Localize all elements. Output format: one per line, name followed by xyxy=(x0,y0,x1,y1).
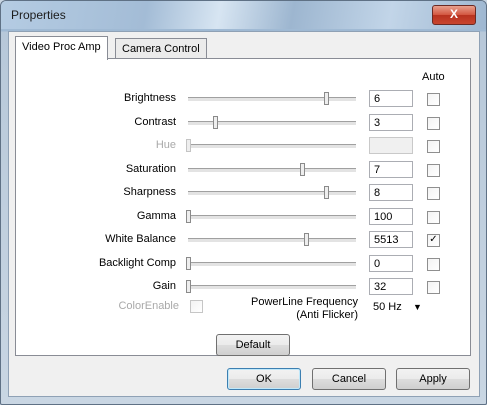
contrast-label: Contrast xyxy=(134,116,176,128)
hue-slider-thumb xyxy=(186,139,191,152)
saturation-auto-checkbox[interactable] xyxy=(427,164,440,177)
brightness-slider-thumb[interactable] xyxy=(323,92,329,105)
hue-auto-checkbox[interactable] xyxy=(427,140,440,153)
brightness-label: Brightness xyxy=(124,92,176,104)
close-button[interactable]: X xyxy=(432,5,476,25)
backlight-comp-slider-thumb[interactable] xyxy=(186,257,191,270)
colorenable-checkbox[interactable] xyxy=(190,300,203,313)
saturation-slider-thumb[interactable] xyxy=(300,163,306,176)
sharpness-value-field[interactable]: 8 xyxy=(369,184,413,201)
colorenable-label: ColorEnable xyxy=(118,300,179,312)
hue-slider xyxy=(186,139,356,152)
default-button[interactable]: Default xyxy=(216,334,290,356)
brightness-auto-checkbox[interactable] xyxy=(427,93,440,106)
video-proc-amp-panel: Auto ColorEnable PowerLine Frequency (An… xyxy=(15,58,471,356)
gamma-label: Gamma xyxy=(136,210,176,222)
white-balance-slider[interactable] xyxy=(188,233,356,246)
sharpness-slider-thumb[interactable] xyxy=(323,186,329,199)
powerline-label: PowerLine Frequency xyxy=(250,296,358,308)
saturation-label: Saturation xyxy=(125,163,176,175)
powerline-selected-value: 50 Hz xyxy=(373,301,402,313)
tab-video-proc-amp[interactable]: Video Proc Amp xyxy=(15,36,108,60)
gain-label: Gain xyxy=(152,280,176,292)
white-balance-slider-thumb[interactable] xyxy=(303,233,309,246)
hue-value-field xyxy=(369,137,413,154)
backlight-comp-label: Backlight Comp xyxy=(98,257,176,269)
sharpness-slider[interactable] xyxy=(188,186,356,199)
gamma-slider[interactable] xyxy=(186,210,356,223)
properties-window: Properties X Video Proc Amp Camera Contr… xyxy=(0,0,487,405)
powerline-sublabel: (Anti Flicker) xyxy=(296,309,358,321)
contrast-value-field[interactable]: 3 xyxy=(369,114,413,131)
gain-value-field[interactable]: 32 xyxy=(369,278,413,295)
tab-camera-control[interactable]: Camera Control xyxy=(115,38,207,59)
white-balance-value-field[interactable]: 5513 xyxy=(369,231,413,248)
gain-slider-thumb[interactable] xyxy=(186,280,191,293)
window-title: Properties xyxy=(11,8,66,22)
gain-auto-checkbox[interactable] xyxy=(427,281,440,294)
saturation-slider[interactable] xyxy=(188,163,356,176)
dialog-client-area: Video Proc Amp Camera Control Auto Color… xyxy=(8,31,480,397)
gamma-value-field[interactable]: 100 xyxy=(369,208,413,225)
sharpness-label: Sharpness xyxy=(123,186,176,198)
contrast-slider-thumb[interactable] xyxy=(212,116,218,129)
hue-label: Hue xyxy=(155,139,176,151)
backlight-comp-auto-checkbox[interactable] xyxy=(427,258,440,271)
backlight-comp-value-field[interactable]: 0 xyxy=(369,255,413,272)
powerline-frequency-select[interactable]: 50 Hz ▼ xyxy=(369,299,429,317)
apply-button[interactable]: Apply xyxy=(396,368,470,390)
saturation-value-field[interactable]: 7 xyxy=(369,161,413,178)
gain-slider[interactable] xyxy=(186,280,356,293)
ok-button[interactable]: OK xyxy=(227,368,301,390)
chevron-down-icon: ▼ xyxy=(413,302,422,312)
cancel-button[interactable]: Cancel xyxy=(312,368,386,390)
brightness-value-field[interactable]: 6 xyxy=(369,90,413,107)
auto-column-header: Auto xyxy=(422,71,445,83)
contrast-auto-checkbox[interactable] xyxy=(427,117,440,130)
contrast-slider[interactable] xyxy=(188,116,356,129)
gamma-slider-thumb[interactable] xyxy=(186,210,191,223)
sharpness-auto-checkbox[interactable] xyxy=(427,187,440,200)
title-bar[interactable]: Properties X xyxy=(1,1,486,29)
white-balance-auto-checkbox[interactable]: ✓ xyxy=(427,234,440,247)
backlight-comp-slider[interactable] xyxy=(186,257,356,270)
white-balance-label: White Balance xyxy=(105,233,176,245)
gamma-auto-checkbox[interactable] xyxy=(427,211,440,224)
check-mark-icon: ✓ xyxy=(429,234,438,245)
brightness-slider[interactable] xyxy=(188,92,356,105)
